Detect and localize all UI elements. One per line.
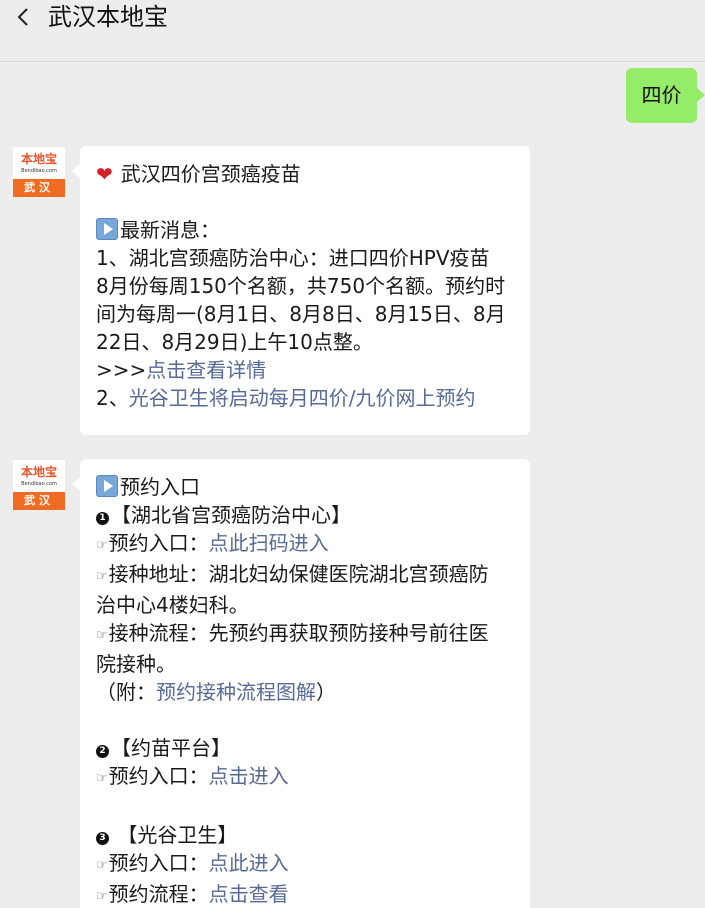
pointing-hand-icon: ☞ <box>96 771 108 786</box>
news-line: 间为每周一(8月1日、8月8日、8月15日、8月 <box>96 302 506 326</box>
section-header: 最新消息： <box>96 216 514 244</box>
process-label: 接种流程：先预约再获取预防接种号前往医 <box>108 621 489 645</box>
guanggu-entry-link[interactable]: 点此进入 <box>209 851 289 875</box>
avatar-logo: 本地宝 Bendibao.com <box>13 147 65 179</box>
pointing-hand-icon: ☞ <box>96 858 108 873</box>
guanggu-name-line: 3 【光谷卫生】 <box>96 821 514 849</box>
avatar-city: 武汉 <box>13 492 65 510</box>
center-address-line: ☞接种地址：湖北妇幼保健医院湖北宫颈癌防 <box>96 560 514 591</box>
message-title-line: ❤ 武汉四价宫颈癌疫苗 <box>96 160 514 188</box>
detail-link[interactable]: 点击查看详情 <box>146 358 266 382</box>
section-header: 预约入口 <box>96 473 514 501</box>
incoming-message-booking: 预约入口 1 【湖北省宫颈癌防治中心】 ☞预约入口：点此扫码进入 ☞接种地址：湖北… <box>72 459 530 908</box>
incoming-message-news: ❤ 武汉四价宫颈癌疫苗 最新消息： 1、湖北宫颈癌防治中心：进口四价HPV疫苗 8… <box>72 146 530 435</box>
center-process-cont: 院接种。 <box>96 652 176 676</box>
play-icon <box>96 475 118 497</box>
outgoing-message-text: 四价 <box>641 83 682 107</box>
news-line: 8月份每周150个名额，共750个名额。预约时 <box>96 274 506 298</box>
pointing-hand-icon: ☞ <box>96 889 108 904</box>
entry-label: 预约入口： <box>108 531 209 555</box>
detail-line: >>>点击查看详情 <box>96 356 514 384</box>
number-3-icon: 3 <box>96 832 109 845</box>
guanggu-link[interactable]: 光谷卫生将启动每月四价/九价网上预约 <box>129 386 476 410</box>
center-note-line: （附：预约接种流程图解） <box>96 678 514 706</box>
address-label: 接种地址：湖北妇幼保健医院湖北宫颈癌防 <box>108 562 489 586</box>
pointing-hand-icon: ☞ <box>96 569 108 584</box>
guanggu-entry-line: ☞预约入口：点此进入 <box>96 849 514 880</box>
center-entry-line: ☞预约入口：点此扫码进入 <box>96 529 514 560</box>
message-title: 武汉四价宫颈癌疫苗 <box>120 162 301 186</box>
guanggu-process-line: ☞预约流程：点击查看 <box>96 880 514 908</box>
avatar[interactable]: 本地宝 Bendibao.com 武汉 <box>13 147 65 197</box>
entry-label: 预约入口： <box>108 764 209 788</box>
note-suffix: ） <box>316 680 336 704</box>
chevron-left-icon[interactable] <box>12 4 36 30</box>
news-line: 22日、8月29日)上午10点整。 <box>96 330 373 354</box>
avatar-url: Bendibao.com <box>21 168 57 174</box>
play-icon <box>96 218 118 240</box>
center-name: 【湖北省宫颈癌防治中心】 <box>111 503 351 527</box>
number-1-icon: 1 <box>96 512 109 525</box>
avatar-brand: 本地宝 <box>20 152 57 166</box>
chat-title: 武汉本地宝 <box>48 3 168 31</box>
center-process-line: ☞接种流程：先预约再获取预防接种号前往医 <box>96 619 514 650</box>
news-line: 1、湖北宫颈癌防治中心：进口四价HPV疫苗 <box>96 246 490 270</box>
section-label: 预约入口 <box>120 475 200 499</box>
process-label: 预约流程： <box>108 882 209 906</box>
news-item-2: 2、光谷卫生将启动每月四价/九价网上预约 <box>96 384 514 412</box>
pointing-hand-icon: ☞ <box>96 628 108 643</box>
detail-prefix: >>> <box>96 358 147 382</box>
heart-icon: ❤ <box>96 162 113 186</box>
platform-entry-line: ☞预约入口：点击进入 <box>96 762 514 793</box>
outgoing-message[interactable]: 四价 <box>626 68 705 123</box>
platform-name-line: 2 【约苗平台】 <box>96 734 514 762</box>
entry-label: 预约入口： <box>108 851 209 875</box>
item2-prefix: 2、 <box>96 386 129 410</box>
guanggu-process-link[interactable]: 点击查看 <box>209 882 289 906</box>
avatar-logo: 本地宝 Bendibao.com <box>13 460 65 492</box>
guanggu-name: 【光谷卫生】 <box>111 823 238 847</box>
avatar-city: 武汉 <box>13 179 65 197</box>
note-prefix: （附： <box>96 680 156 704</box>
section-label: 最新消息： <box>120 218 220 242</box>
platform-entry-link[interactable]: 点击进入 <box>209 764 289 788</box>
platform-name: 【约苗平台】 <box>111 736 231 760</box>
process-diagram-link[interactable]: 预约接种流程图解 <box>156 680 316 704</box>
pointing-hand-icon: ☞ <box>96 538 108 553</box>
number-2-icon: 2 <box>96 745 109 758</box>
center-address-cont: 治中心4楼妇科。 <box>96 593 249 617</box>
center-entry-link[interactable]: 点此扫码进入 <box>209 531 329 555</box>
avatar-brand: 本地宝 <box>20 465 57 479</box>
top-bar: 武汉本地宝 <box>0 0 705 62</box>
avatar-url: Bendibao.com <box>21 481 57 487</box>
avatar[interactable]: 本地宝 Bendibao.com 武汉 <box>13 460 65 510</box>
center-name-line: 1 【湖北省宫颈癌防治中心】 <box>96 501 514 529</box>
